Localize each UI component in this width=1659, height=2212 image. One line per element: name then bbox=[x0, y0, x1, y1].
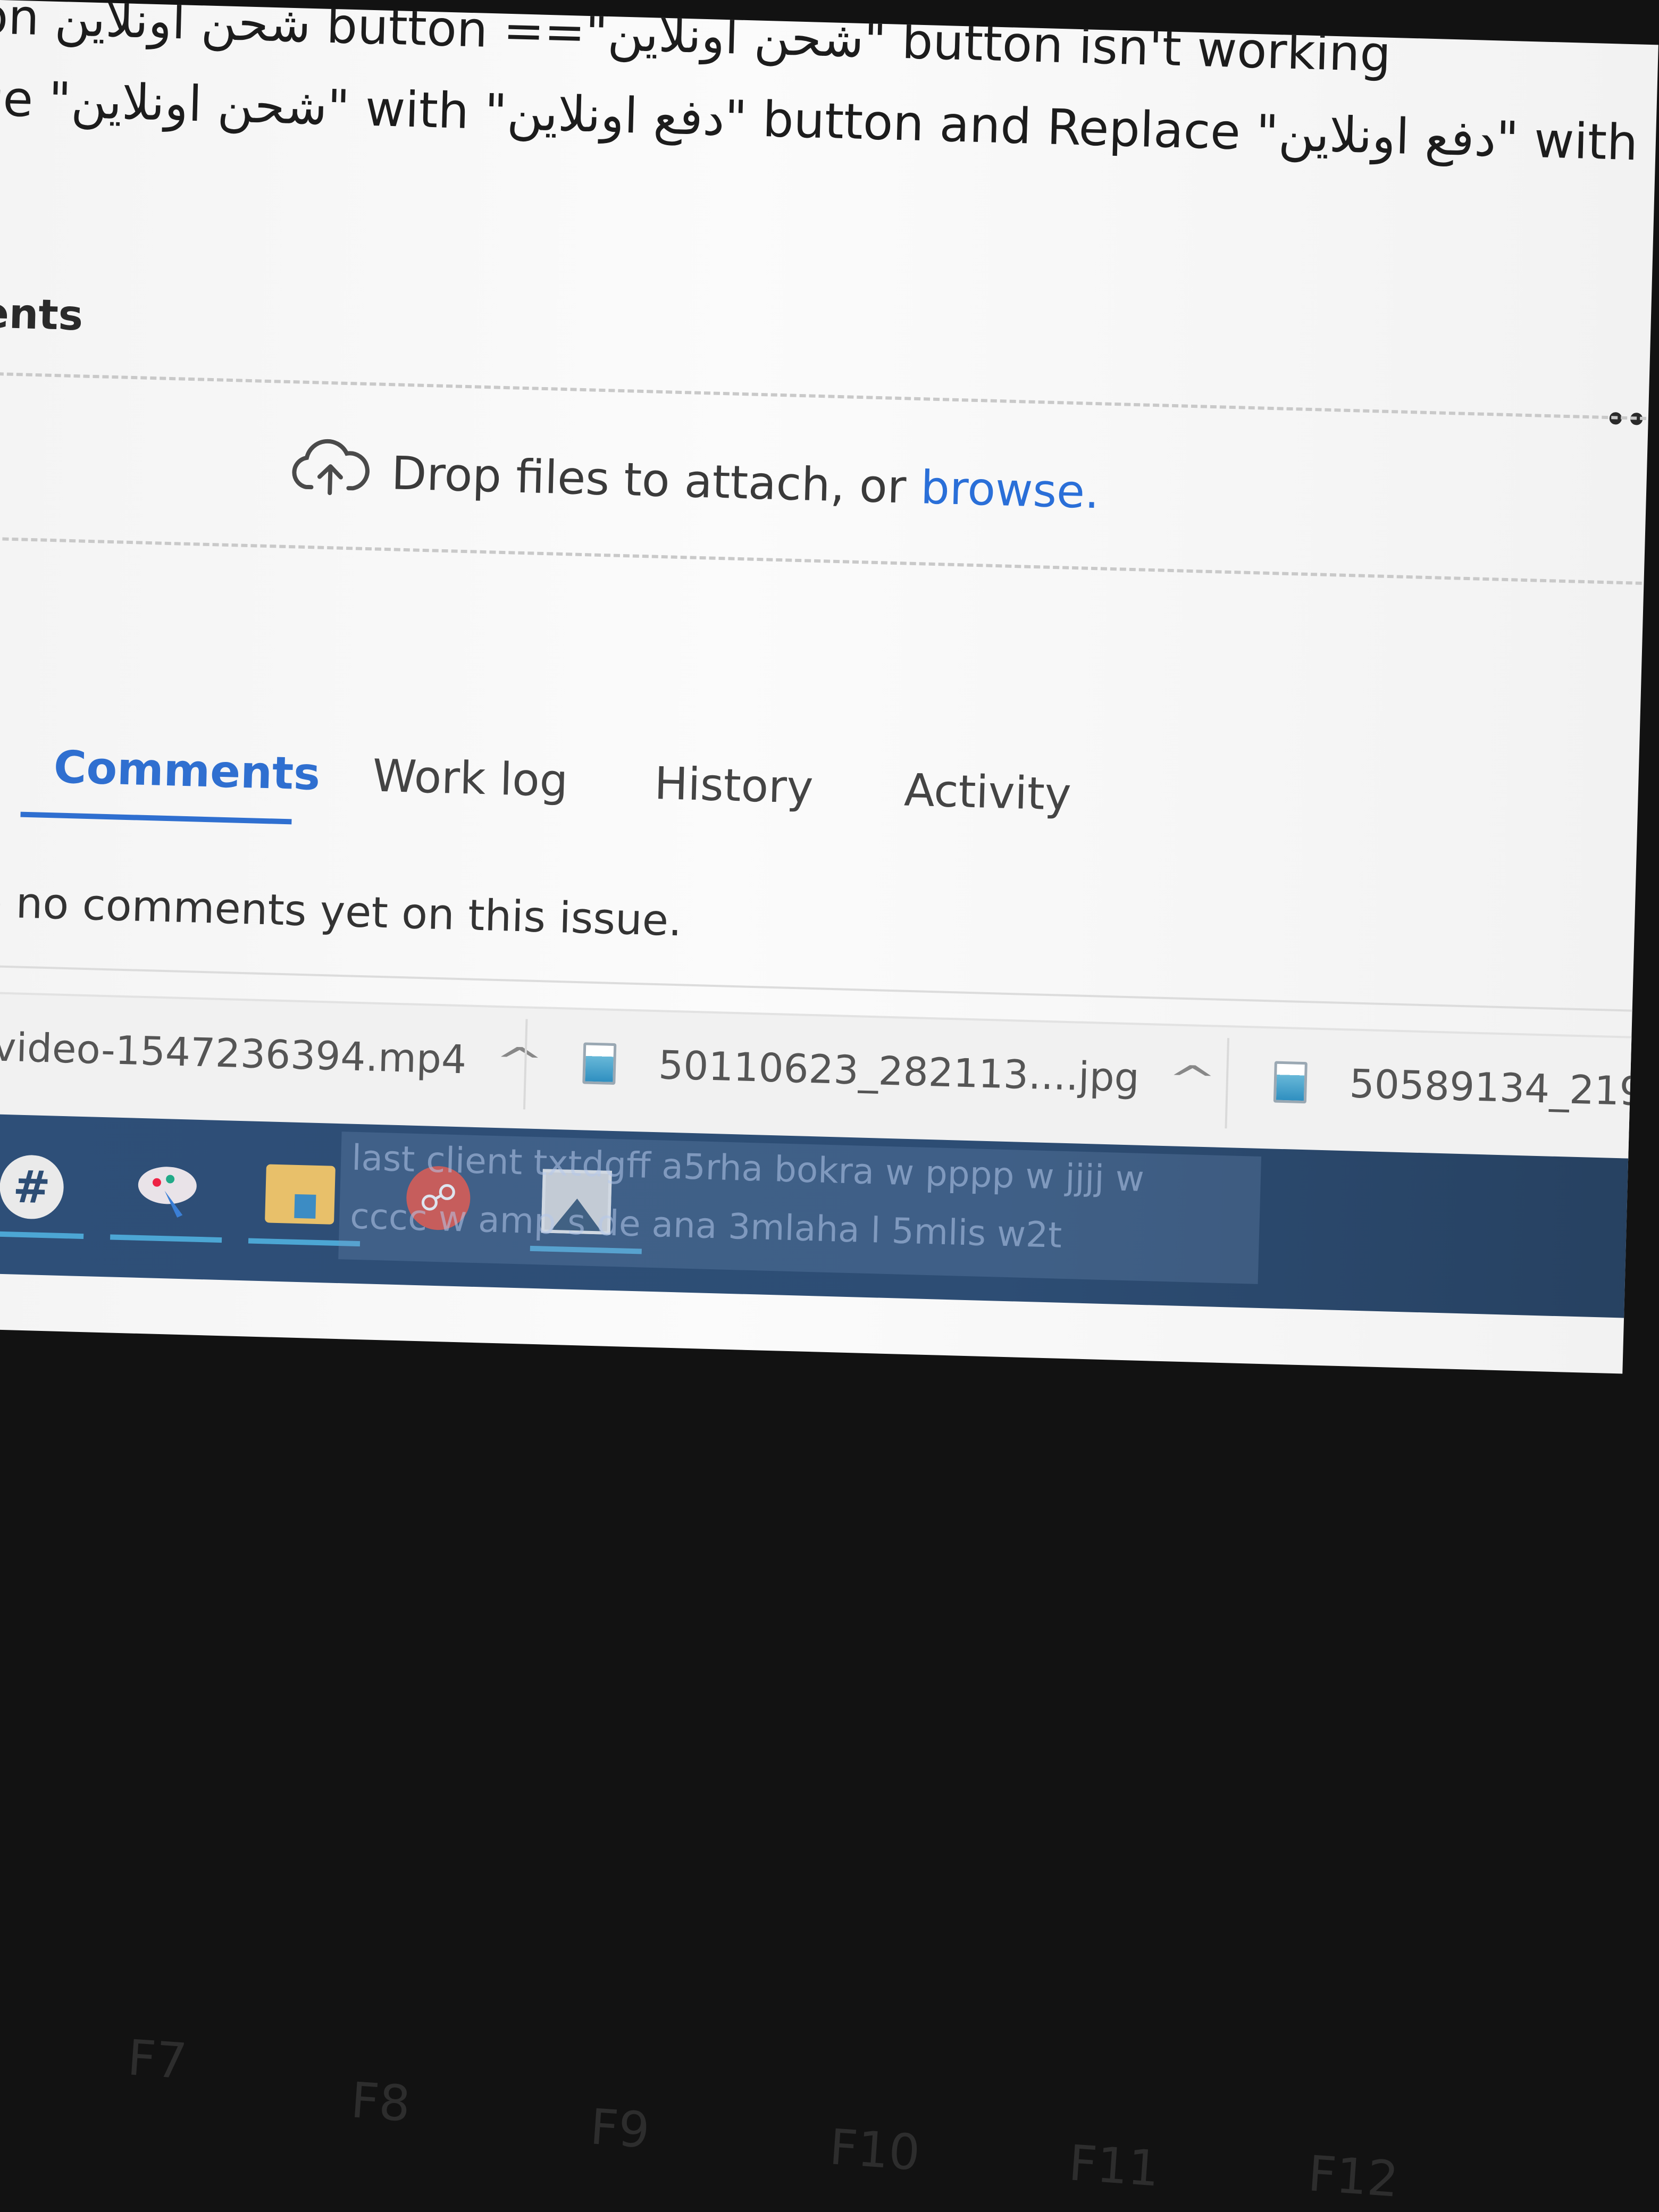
download-item-video[interactable]: video-1547236394.mp4 ^ bbox=[0, 1015, 544, 1094]
tab-activity[interactable]: Activity bbox=[903, 764, 1072, 820]
paint-icon[interactable] bbox=[132, 1155, 203, 1226]
description-line-2: ce "شحن اونلاين" with "دفع اونلاين" butt… bbox=[0, 69, 1658, 173]
preview-text-line-2: cccc w amp s de ana 3mlaha l 5mlis w2t bbox=[349, 1195, 1062, 1256]
no-comments-message: re no comments yet on this issue. bbox=[0, 876, 683, 946]
key-f8: F8 bbox=[349, 2072, 413, 2133]
image-file-icon bbox=[582, 1042, 617, 1085]
tab-comments[interactable]: Comments bbox=[53, 741, 321, 800]
download-filename: video-1547236394.mp4 bbox=[0, 1024, 467, 1083]
slack-icon[interactable]: # bbox=[0, 1152, 67, 1222]
download-filename: 50589134_219 bbox=[1348, 1061, 1645, 1115]
dropzone-border-top bbox=[0, 371, 1658, 422]
chevron-up-icon[interactable]: ^ bbox=[493, 1039, 544, 1084]
download-item-image-1[interactable]: 50110623_282113....jpg ^ bbox=[582, 1031, 1218, 1112]
download-filename: 50110623_282113....jpg bbox=[658, 1042, 1140, 1101]
cloud-upload-icon bbox=[289, 436, 371, 508]
tab-history[interactable]: History bbox=[653, 757, 814, 814]
taskbar-active-indicator bbox=[110, 1234, 222, 1243]
key-f9: F9 bbox=[588, 2098, 652, 2159]
taskbar-preview-popup: last client txtdgff a5rha bokra w pppp w… bbox=[338, 1132, 1262, 1284]
image-file-icon bbox=[1273, 1061, 1308, 1104]
taskbar-active-indicator bbox=[0, 1230, 84, 1239]
browse-link[interactable]: browse. bbox=[920, 461, 1100, 519]
chevron-up-icon[interactable]: ^ bbox=[1167, 1057, 1218, 1102]
attachments-heading: ents bbox=[0, 289, 84, 340]
key-f7: F7 bbox=[125, 2029, 189, 2090]
download-item-image-2[interactable]: 50589134_219 bbox=[1273, 1050, 1645, 1124]
key-f11: F11 bbox=[1067, 2134, 1161, 2198]
key-f10: F10 bbox=[827, 2118, 922, 2182]
monitor-screen: on شحن اونلاين button =="شحن اونلاين" bu… bbox=[0, 0, 1658, 1374]
dropzone-border-bottom bbox=[0, 536, 1658, 587]
file-drop-zone[interactable]: Drop files to attach, or browse. bbox=[290, 439, 1100, 524]
description-line-1: on شحن اونلاين button =="شحن اونلاين" bu… bbox=[0, 0, 1392, 83]
drop-files-label: Drop files to attach, or bbox=[390, 447, 921, 515]
key-f12: F12 bbox=[1306, 2145, 1401, 2208]
activity-tabs: Comments Work log History Activity bbox=[20, 740, 1072, 825]
tab-work-log[interactable]: Work log bbox=[372, 750, 568, 807]
active-tab-indicator bbox=[20, 811, 292, 825]
file-explorer-icon[interactable] bbox=[264, 1159, 336, 1229]
download-separator bbox=[1225, 1038, 1230, 1129]
